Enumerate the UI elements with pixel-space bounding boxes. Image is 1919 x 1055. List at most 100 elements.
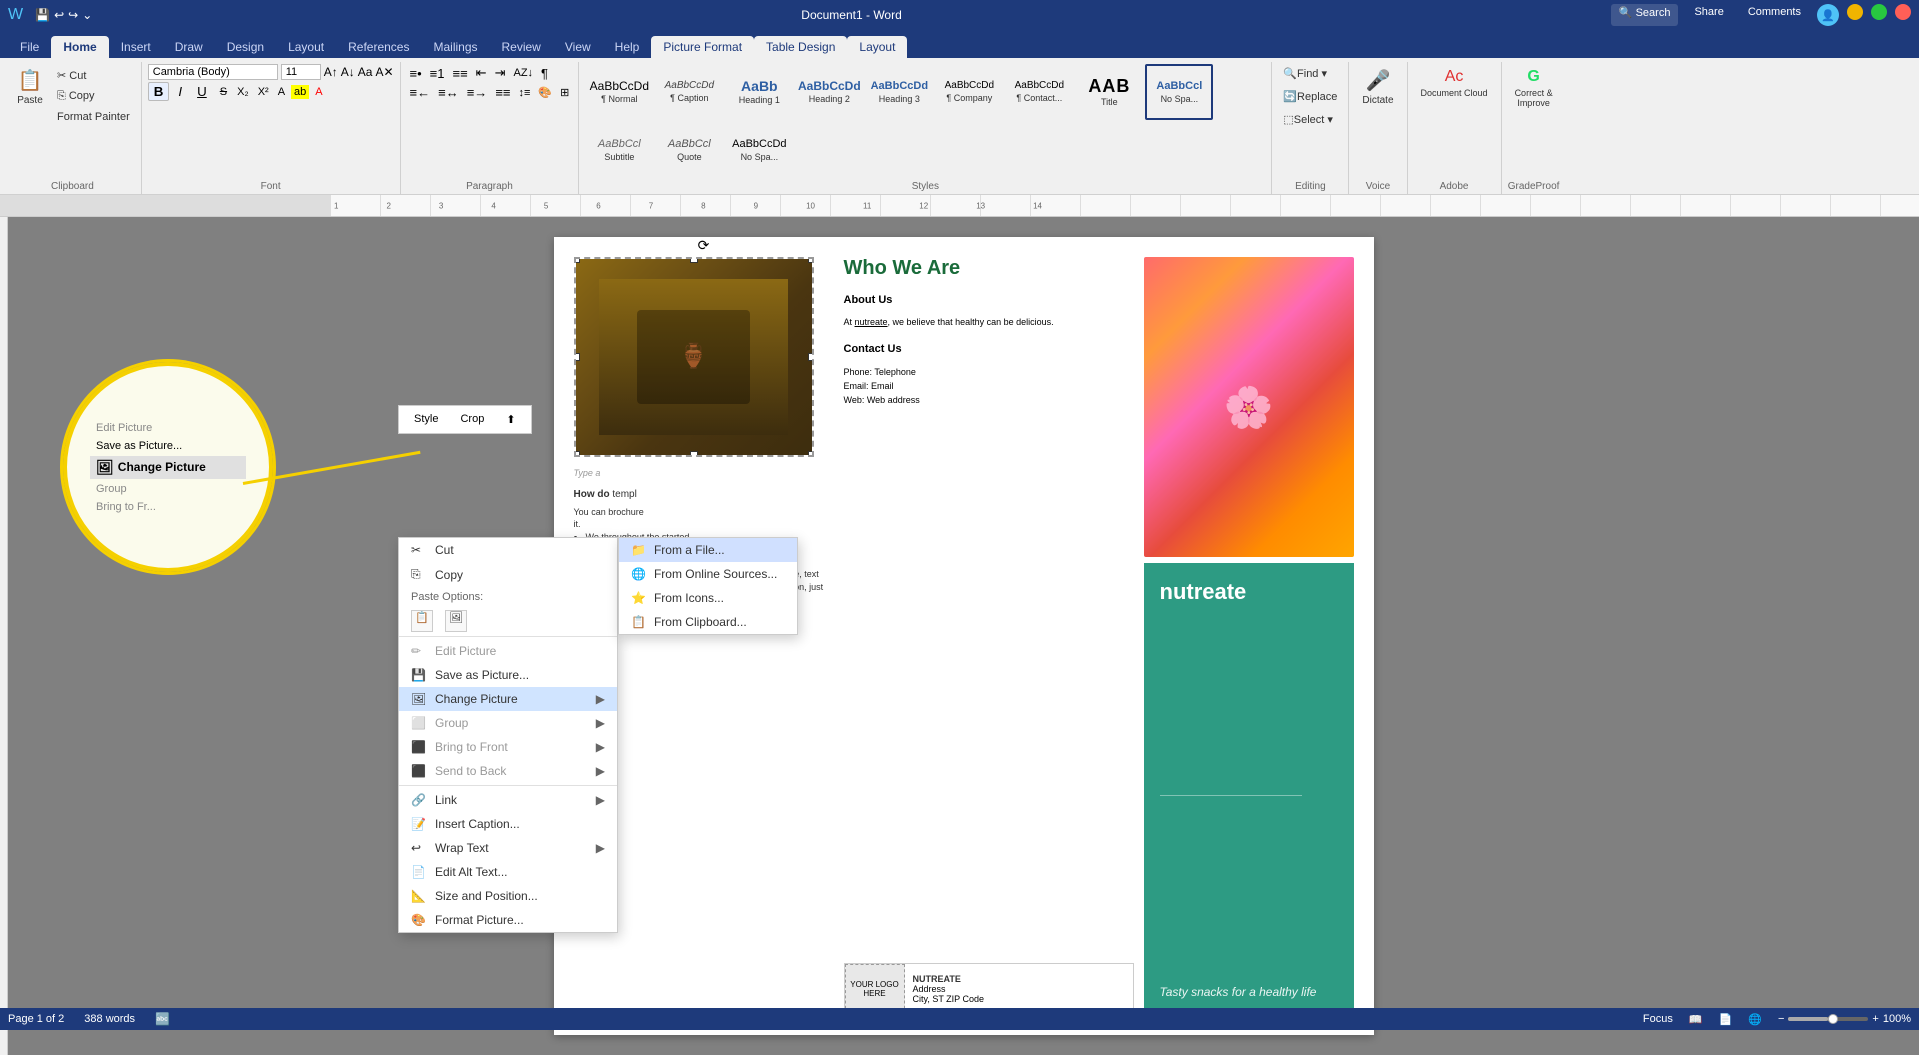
- change-case-button[interactable]: Aa: [358, 65, 373, 79]
- tab-table-design[interactable]: Table Design: [754, 36, 847, 58]
- crop-button[interactable]: Crop: [451, 409, 493, 430]
- font-shrink-button[interactable]: A↓: [341, 65, 355, 79]
- align-center-button[interactable]: ≡↔: [435, 84, 462, 101]
- paste-keep-source[interactable]: 📋: [411, 610, 433, 632]
- style-quote[interactable]: AaBbCcl Quote: [655, 122, 723, 178]
- bold-button[interactable]: B: [148, 82, 170, 101]
- dictate-button[interactable]: 🎤 Dictate: [1355, 64, 1400, 110]
- ctx-edit-alt-text[interactable]: 📄 Edit Alt Text...: [399, 860, 617, 884]
- paste-button[interactable]: 📋 Paste: [10, 64, 50, 110]
- ctx-wrap-text[interactable]: ↩ Wrap Text ▶: [399, 836, 617, 860]
- shading-button[interactable]: 🎨: [535, 85, 555, 100]
- zoom-slider-thumb[interactable]: [1828, 1014, 1838, 1024]
- zoom-slider[interactable]: [1788, 1017, 1868, 1021]
- maximize-button[interactable]: [1871, 4, 1887, 20]
- style-heading3[interactable]: AaBbCcDd Heading 3: [865, 64, 933, 120]
- italic-button[interactable]: I: [172, 82, 188, 101]
- handle-bottom-left[interactable]: [574, 451, 580, 457]
- justify-button[interactable]: ≡≡: [492, 84, 513, 101]
- ctx-copy[interactable]: ⎘ Copy: [399, 562, 617, 587]
- style-nospace[interactable]: AaBbCcl No Spa...: [1145, 64, 1213, 120]
- rotate-handle[interactable]: ⟳: [698, 237, 710, 254]
- style-heading1[interactable]: AaBb Heading 1: [725, 64, 793, 120]
- minimize-button[interactable]: [1847, 4, 1863, 20]
- ctx-save-as-picture[interactable]: 💾 Save as Picture...: [399, 663, 617, 687]
- tab-view[interactable]: View: [553, 36, 603, 58]
- close-button[interactable]: [1895, 4, 1911, 20]
- cut-button[interactable]: ✂ Cut: [52, 66, 135, 85]
- style-subtitle[interactable]: AaBbCcl Subtitle: [585, 122, 653, 178]
- handle-top-left[interactable]: [574, 257, 580, 263]
- align-left-button[interactable]: ≡←: [407, 84, 434, 101]
- font-grow-button[interactable]: A↑: [324, 65, 338, 79]
- style-company[interactable]: AaBbCcDd ¶ Company: [935, 64, 1003, 120]
- font-color-button[interactable]: A: [312, 85, 325, 99]
- ctx-size-position[interactable]: 📐 Size and Position...: [399, 884, 617, 908]
- quick-access-more[interactable]: ⌄: [82, 8, 92, 22]
- style-caption[interactable]: AaBbCcDd ¶ Caption: [655, 64, 723, 120]
- handle-bottom-right[interactable]: [808, 451, 814, 457]
- picture-box[interactable]: 🏺: [574, 257, 814, 457]
- view-mode-print[interactable]: 📄: [1719, 1013, 1733, 1026]
- multilevel-button[interactable]: ≡≡: [450, 65, 471, 82]
- view-mode-read[interactable]: 📖: [1689, 1013, 1703, 1026]
- callout-save-as-picture[interactable]: Save as Picture...: [90, 438, 246, 454]
- underline-button[interactable]: U: [191, 82, 213, 101]
- comments-button[interactable]: Comments: [1740, 4, 1809, 26]
- handle-middle-right[interactable]: [808, 353, 814, 361]
- quick-access-save[interactable]: 💾: [35, 8, 50, 22]
- document-area[interactable]: ⟳ 🏺: [8, 217, 1919, 1055]
- font-name-input[interactable]: [148, 64, 278, 80]
- style-normal[interactable]: AaBbCcDd ¶ Normal: [585, 64, 653, 120]
- collapse-toolbar-button[interactable]: ⬆: [497, 409, 524, 430]
- tab-insert[interactable]: Insert: [109, 36, 163, 58]
- correct-improve-button[interactable]: G Correct & Improve: [1508, 64, 1560, 112]
- sub-from-clipboard[interactable]: 📋 From Clipboard...: [619, 610, 797, 634]
- style-contact[interactable]: AaBbCcDd ¶ Contact...: [1005, 64, 1073, 120]
- line-spacing-button[interactable]: ↕≡: [515, 86, 533, 100]
- clear-format-button[interactable]: A✕: [375, 65, 393, 79]
- select-button[interactable]: ⬚ Select ▾: [1278, 110, 1338, 129]
- handle-bottom-middle[interactable]: [690, 451, 698, 457]
- tab-layout[interactable]: Layout: [276, 36, 336, 58]
- tab-design[interactable]: Design: [215, 36, 276, 58]
- handle-middle-left[interactable]: [574, 353, 580, 361]
- sort-button[interactable]: AZ↓: [510, 66, 536, 80]
- callout-change-picture[interactable]: 🖼 Change Picture: [90, 456, 246, 479]
- ctx-insert-caption[interactable]: 📝 Insert Caption...: [399, 812, 617, 836]
- tab-file[interactable]: File: [8, 36, 51, 58]
- style-heading2[interactable]: AaBbCcDd Heading 2: [795, 64, 863, 120]
- increase-indent-button[interactable]: ⇥: [492, 64, 509, 82]
- handle-top-right[interactable]: [808, 257, 814, 263]
- sub-from-online[interactable]: 🌐 From Online Sources...: [619, 562, 797, 586]
- style-button[interactable]: Style: [405, 409, 447, 430]
- text-effects-button[interactable]: A: [275, 85, 288, 99]
- superscript-button[interactable]: X²: [255, 85, 272, 99]
- format-painter-button[interactable]: Format Painter: [52, 108, 135, 126]
- handle-top-middle[interactable]: [690, 257, 698, 263]
- font-size-input[interactable]: [281, 64, 321, 80]
- tab-picture-format[interactable]: Picture Format: [651, 36, 754, 58]
- ctx-link[interactable]: 🔗 Link ▶: [399, 788, 617, 812]
- bullets-button[interactable]: ≡•: [407, 65, 425, 82]
- sub-from-file[interactable]: 📁 From a File...: [619, 538, 797, 562]
- replace-button[interactable]: 🔄 Replace: [1278, 87, 1342, 106]
- search-button[interactable]: 🔍 Search: [1611, 4, 1679, 26]
- focus-button[interactable]: Focus: [1643, 1013, 1673, 1025]
- quick-access-redo[interactable]: ↪: [68, 8, 78, 22]
- tab-review[interactable]: Review: [490, 36, 553, 58]
- decrease-indent-button[interactable]: ⇤: [473, 64, 490, 82]
- style-nospace2[interactable]: AaBbCcDd No Spa...: [725, 122, 793, 178]
- numbering-button[interactable]: ≡1: [427, 65, 448, 82]
- style-title[interactable]: AAB Title: [1075, 64, 1143, 120]
- ctx-change-picture[interactable]: 🖼 Change Picture ▶: [399, 687, 617, 711]
- zoom-in-button[interactable]: +: [1872, 1013, 1878, 1025]
- copy-button[interactable]: ⎘ Copy: [52, 87, 135, 106]
- ctx-format-picture[interactable]: 🎨 Format Picture...: [399, 908, 617, 932]
- paste-picture[interactable]: 🖼: [445, 610, 467, 632]
- align-right-button[interactable]: ≡→: [464, 84, 491, 101]
- tab-layout2[interactable]: Layout: [847, 36, 907, 58]
- tab-home[interactable]: Home: [51, 36, 108, 58]
- quick-access-undo[interactable]: ↩: [54, 8, 64, 22]
- subscript-button[interactable]: X₂: [234, 85, 252, 99]
